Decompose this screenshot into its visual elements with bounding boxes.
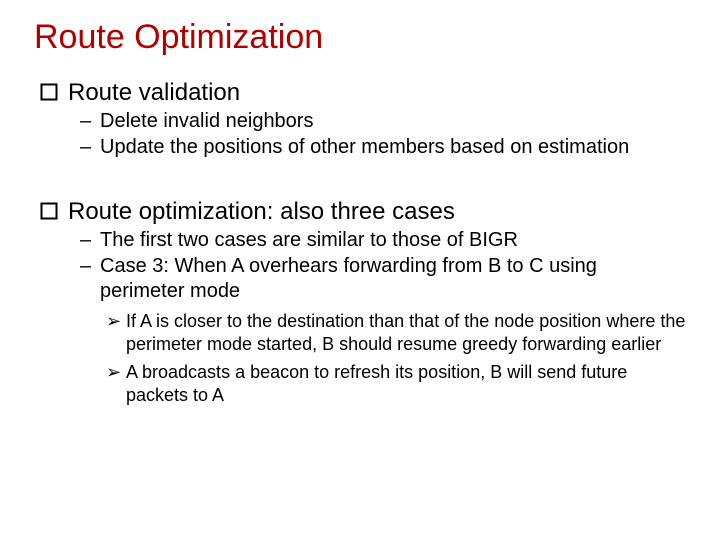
section-heading: Route validation: [40, 79, 686, 107]
chevron-list: If A is closer to the destination than t…: [106, 310, 686, 406]
section-heading-text: Route optimization: also three cases: [68, 198, 455, 225]
hollow-square-icon: [40, 83, 58, 101]
section-route-optimization: Route optimization: also three cases The…: [34, 198, 686, 406]
hollow-square-icon: [40, 202, 58, 220]
section-heading-text: Route validation: [68, 79, 240, 106]
list-item: If A is closer to the destination than t…: [106, 310, 686, 355]
section-route-validation: Route validation Delete invalid neighbor…: [34, 79, 686, 160]
dash-list: Delete invalid neighbors Update the posi…: [80, 109, 686, 160]
slide-title: Route Optimization: [34, 18, 686, 57]
list-item: The first two cases are similar to those…: [80, 228, 686, 253]
dash-list: The first two cases are similar to those…: [80, 228, 686, 304]
list-item: Delete invalid neighbors: [80, 109, 686, 134]
list-item: A broadcasts a beacon to refresh its pos…: [106, 361, 686, 406]
slide: Route Optimization Route validation Dele…: [0, 0, 720, 540]
section-heading: Route optimization: also three cases: [40, 198, 686, 226]
list-item: Case 3: When A overhears forwarding from…: [80, 254, 686, 304]
spacer: [34, 162, 686, 184]
list-item: Update the positions of other members ba…: [80, 135, 686, 160]
